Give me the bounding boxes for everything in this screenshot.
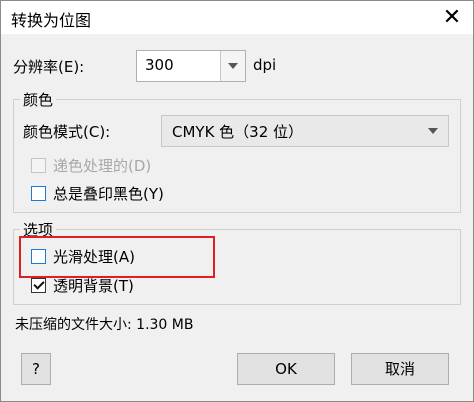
title-bar: 转换为位图 ✕ [1,1,473,35]
resolution-dropdown-button[interactable] [220,51,245,81]
resolution-label: 分辨率(E): [13,58,85,76]
color-mode-select[interactable]: CMYK 色（32 位） [161,115,449,147]
dither-label: 递色处理的(D) [53,157,152,175]
dither-checkbox[interactable] [31,158,46,173]
convert-to-bitmap-dialog: 转换为位图 ✕ 分辨率(E): 300 dpi 颜色 颜色模式(C): CMYK… [0,0,474,402]
chevron-down-icon [228,63,238,69]
overprint-black-checkbox[interactable] [31,186,46,201]
close-icon[interactable]: ✕ [439,5,465,31]
dialog-title: 转换为位图 [11,11,92,30]
resolution-combobox[interactable]: 300 [136,50,246,82]
color-mode-value: CMYK 色（32 位） [172,123,304,141]
ok-button[interactable]: OK [237,353,335,385]
transparent-background-label: 透明背景(T) [53,277,134,295]
uncompressed-size-text: 未压缩的文件大小: 1.30 MB [15,317,194,333]
highlight-annotation-box [19,236,215,278]
help-button[interactable]: ? [21,353,51,385]
color-group-legend: 颜色 [23,91,54,109]
cancel-button[interactable]: 取消 [351,353,449,385]
chevron-down-icon [428,128,438,134]
resolution-unit: dpi [253,56,277,74]
resolution-value[interactable]: 300 [145,56,174,74]
overprint-black-label: 总是叠印黑色(Y) [53,185,164,203]
transparent-background-checkbox[interactable] [31,278,46,293]
color-mode-label: 颜色模式(C): [23,123,111,141]
